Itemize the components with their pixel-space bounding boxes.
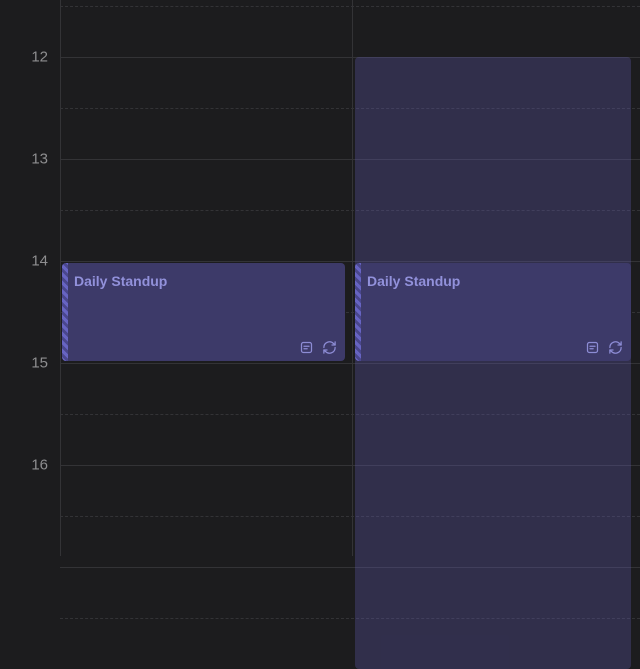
column-separator <box>352 0 353 556</box>
notes-icon <box>585 340 600 355</box>
hour-label: 16 <box>0 457 48 474</box>
gridline-half-hour <box>60 414 640 415</box>
gridline-hour <box>60 465 640 466</box>
event-badges <box>585 340 623 355</box>
notes-icon <box>299 340 314 355</box>
gutter-separator <box>60 0 61 556</box>
recurring-icon <box>322 340 337 355</box>
gridline-half-hour <box>60 6 640 7</box>
gridline-hour <box>60 261 640 262</box>
event-title: Daily Standup <box>367 273 460 289</box>
hour-label: 15 <box>0 355 48 372</box>
calendar-day-grid[interactable]: 12 13 14 15 16 Daily Standup Daily Standup <box>0 0 640 556</box>
gridline-hour <box>60 57 640 58</box>
calendar-event[interactable]: Daily Standup <box>355 263 631 361</box>
hour-label: 14 <box>0 253 48 270</box>
gridline-hour <box>60 159 640 160</box>
gridline-half-hour <box>60 618 640 619</box>
gridline-hour <box>60 567 640 568</box>
gridline-half-hour <box>60 210 640 211</box>
hour-label: 13 <box>0 151 48 168</box>
event-badges <box>299 340 337 355</box>
hour-label: 12 <box>0 49 48 66</box>
recurring-icon <box>608 340 623 355</box>
calendar-event[interactable]: Daily Standup <box>62 263 345 361</box>
gridline-half-hour <box>60 516 640 517</box>
gridline-hour <box>60 363 640 364</box>
gridline-half-hour <box>60 108 640 109</box>
event-title: Daily Standup <box>74 273 167 289</box>
